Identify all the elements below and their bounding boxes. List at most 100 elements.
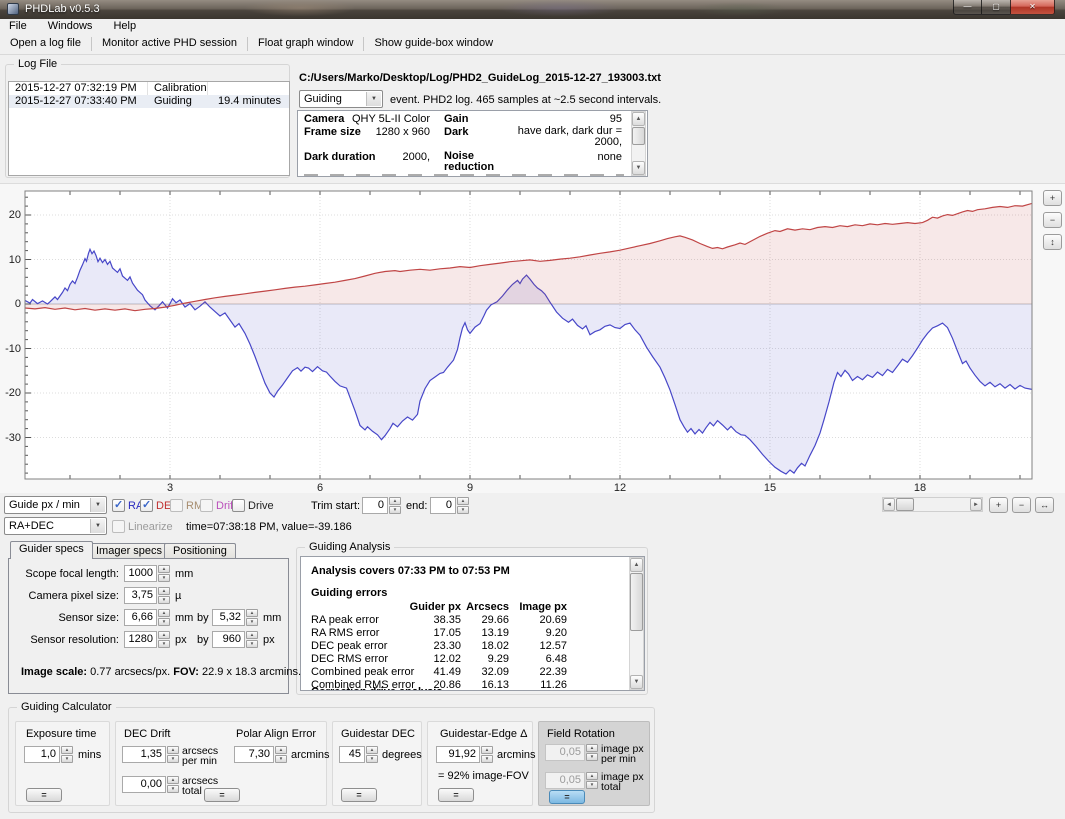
resolution-height-input[interactable]: 960 <box>212 631 245 648</box>
spinner-down-icon[interactable]: ▼ <box>586 753 598 761</box>
trim-end-stepper[interactable]: ▲ ▼ <box>457 497 469 514</box>
monitor-session-button[interactable]: Monitor active PHD session <box>92 34 247 54</box>
linearize-checkbox[interactable] <box>112 520 125 533</box>
scrollbar-thumb[interactable] <box>632 127 645 145</box>
spinner-down-icon[interactable]: ▼ <box>158 574 170 582</box>
field-rotation-total-stepper[interactable]: ▲ ▼ <box>586 772 598 789</box>
spinner-down-icon[interactable]: ▼ <box>366 755 378 763</box>
rms-checkbox[interactable] <box>170 499 183 512</box>
dec-drift-total-stepper[interactable]: ▲ ▼ <box>167 776 179 793</box>
spinner-up-icon[interactable]: ▲ <box>158 587 170 595</box>
pixel-size-stepper[interactable]: ▲ ▼ <box>158 587 170 604</box>
polar-align-stepper[interactable]: ▲ ▼ <box>275 746 287 763</box>
dec-drift-calc-button[interactable]: = <box>204 788 240 802</box>
spinner-up-icon[interactable]: ▲ <box>158 565 170 573</box>
spinner-down-icon[interactable]: ▼ <box>481 755 493 763</box>
sensor-height-stepper[interactable]: ▲ ▼ <box>246 609 258 626</box>
spinner-down-icon[interactable]: ▼ <box>167 785 179 793</box>
field-rotation-calc-button[interactable]: = <box>549 790 585 804</box>
spinner-up-icon[interactable]: ▲ <box>61 746 73 754</box>
dec-drift-total-input[interactable]: 0,00 <box>122 776 166 793</box>
menu-file[interactable]: File <box>0 19 36 33</box>
resolution-width-stepper[interactable]: ▲ ▼ <box>158 631 170 648</box>
exposure-time-stepper[interactable]: ▲ ▼ <box>61 746 73 763</box>
curve-select-dropdown[interactable]: RA+DEC ▼ <box>4 517 107 535</box>
table-row[interactable]: 2015-12-27 07:33:40 PM Guiding 19.4 minu… <box>9 95 289 108</box>
details-scrollbar[interactable]: ▲ ▼ <box>631 111 646 176</box>
drive-checkbox[interactable] <box>232 499 245 512</box>
scroll-down-icon[interactable]: ▼ <box>630 675 643 689</box>
pixel-size-input[interactable]: 3,75 <box>124 587 157 604</box>
title-bar[interactable]: PHDLab v0.5.3 ― ▢ ✕ <box>0 0 1065 19</box>
field-rotation-per-min-stepper[interactable]: ▲ ▼ <box>586 744 598 761</box>
graph-horizontal-scrollbar[interactable]: ◄ ► <box>882 497 983 512</box>
scroll-down-icon[interactable]: ▼ <box>632 161 645 175</box>
field-rotation-total-input[interactable]: 0,05 <box>545 772 585 789</box>
spinner-down-icon[interactable]: ▼ <box>389 506 401 514</box>
spinner-up-icon[interactable]: ▲ <box>246 631 258 639</box>
table-row[interactable]: 2015-12-27 07:32:19 PM Calibration <box>9 82 289 95</box>
open-log-file-button[interactable]: Open a log file <box>0 34 91 54</box>
scroll-right-icon[interactable]: ► <box>970 498 982 511</box>
drift-checkbox[interactable] <box>200 499 213 512</box>
menu-windows[interactable]: Windows <box>39 19 102 33</box>
graph-hzoom-in-button[interactable]: + <box>989 497 1008 513</box>
spinner-down-icon[interactable]: ▼ <box>158 596 170 604</box>
trim-start-stepper[interactable]: ▲ ▼ <box>389 497 401 514</box>
guidestar-dec-calc-button[interactable]: = <box>341 788 377 802</box>
graph-zoom-out-button[interactable]: − <box>1043 212 1062 228</box>
log-events-table[interactable]: 2015-12-27 07:32:19 PM Calibration 2015-… <box>8 81 290 176</box>
scrollbar-thumb[interactable] <box>630 573 643 631</box>
dec-drift-per-min-stepper[interactable]: ▲ ▼ <box>167 746 179 763</box>
guidestar-edge-stepper[interactable]: ▲ ▼ <box>481 746 493 763</box>
graph-fit-vertical-button[interactable]: ↕ <box>1043 234 1062 250</box>
spinner-up-icon[interactable]: ▲ <box>586 772 598 780</box>
spinner-up-icon[interactable]: ▲ <box>158 631 170 639</box>
focal-length-stepper[interactable]: ▲ ▼ <box>158 565 170 582</box>
float-graph-button[interactable]: Float graph window <box>248 34 363 54</box>
resolution-height-stepper[interactable]: ▲ ▼ <box>246 631 258 648</box>
spinner-down-icon[interactable]: ▼ <box>167 755 179 763</box>
sensor-height-input[interactable]: 5,32 <box>212 609 245 626</box>
exposure-calc-button[interactable]: = <box>26 788 62 802</box>
spinner-down-icon[interactable]: ▼ <box>457 506 469 514</box>
spinner-up-icon[interactable]: ▲ <box>275 746 287 754</box>
trim-end-input[interactable]: 0 <box>430 497 456 514</box>
analysis-scrollbar[interactable]: ▲ ▼ <box>629 557 644 690</box>
graph-fit-horizontal-button[interactable]: ↔ <box>1035 497 1054 513</box>
spinner-down-icon[interactable]: ▼ <box>275 755 287 763</box>
spinner-down-icon[interactable]: ▼ <box>158 640 170 648</box>
dec-drift-per-min-input[interactable]: 1,35 <box>122 746 166 763</box>
close-button[interactable]: ✕ <box>1010 0 1055 15</box>
show-guidebox-button[interactable]: Show guide-box window <box>364 34 503 54</box>
spinner-up-icon[interactable]: ▲ <box>481 746 493 754</box>
menu-help[interactable]: Help <box>104 19 145 33</box>
scroll-left-icon[interactable]: ◄ <box>883 498 895 511</box>
spinner-down-icon[interactable]: ▼ <box>586 781 598 789</box>
sensor-width-stepper[interactable]: ▲ ▼ <box>158 609 170 626</box>
spinner-up-icon[interactable]: ▲ <box>457 497 469 505</box>
guidestar-edge-input[interactable]: 91,92 <box>436 746 480 763</box>
spinner-down-icon[interactable]: ▼ <box>61 755 73 763</box>
ra-checkbox[interactable] <box>112 498 125 512</box>
exposure-time-input[interactable]: 1,0 <box>24 746 60 763</box>
field-rotation-per-min-input[interactable]: 0,05 <box>545 744 585 761</box>
guidestar-edge-calc-button[interactable]: = <box>438 788 474 802</box>
focal-length-input[interactable]: 1000 <box>124 565 157 582</box>
tab-guider-specs[interactable]: Guider specs <box>10 541 93 559</box>
minimize-button[interactable]: ― <box>953 0 982 15</box>
tab-positioning[interactable]: Positioning <box>164 543 236 559</box>
guidestar-dec-input[interactable]: 45 <box>339 746 365 763</box>
spinner-up-icon[interactable]: ▲ <box>586 744 598 752</box>
dec-checkbox[interactable] <box>140 498 153 512</box>
graph-zoom-in-button[interactable]: + <box>1043 190 1062 206</box>
spinner-up-icon[interactable]: ▲ <box>167 776 179 784</box>
spinner-up-icon[interactable]: ▲ <box>167 746 179 754</box>
graph-hzoom-out-button[interactable]: − <box>1012 497 1031 513</box>
spinner-up-icon[interactable]: ▲ <box>158 609 170 617</box>
spinner-down-icon[interactable]: ▼ <box>246 640 258 648</box>
spinner-up-icon[interactable]: ▲ <box>389 497 401 505</box>
spinner-down-icon[interactable]: ▼ <box>246 618 258 626</box>
spinner-up-icon[interactable]: ▲ <box>246 609 258 617</box>
event-select-dropdown[interactable]: Guiding ▼ <box>299 90 383 108</box>
